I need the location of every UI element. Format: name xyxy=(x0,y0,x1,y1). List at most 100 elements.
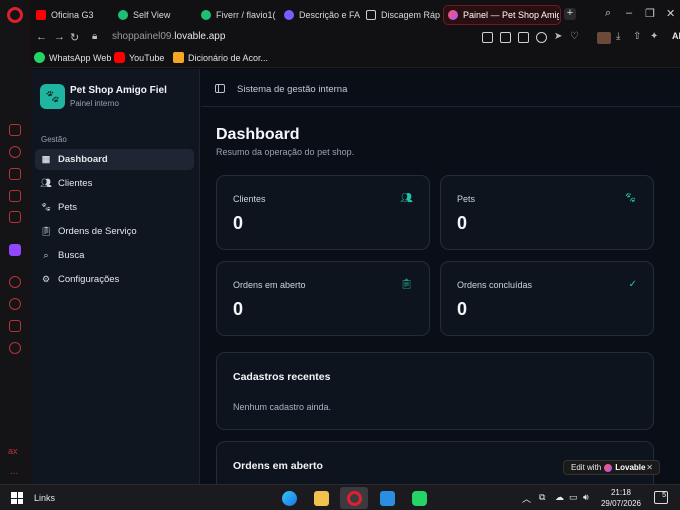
bookmark-whatsapp[interactable]: WhatsApp Web xyxy=(34,52,111,63)
address-bar-row: ← → ↻ 🔒︎ shoppainel09.lovable.app ➤ ♡ ⤓ … xyxy=(30,28,680,48)
forward-icon[interactable]: → xyxy=(54,31,65,43)
heart-icon[interactable]: ♡ xyxy=(570,31,579,42)
youtube-icon xyxy=(114,52,125,63)
stat-label: Clientes xyxy=(233,194,266,204)
sidebar-toggle-icon[interactable] xyxy=(215,84,225,93)
tab-painel-active[interactable]: Painel — Pet Shop Amigo xyxy=(443,5,561,25)
bookmark-label: YouTube xyxy=(129,52,165,63)
store-icon[interactable] xyxy=(9,168,21,180)
taskbar-whatsapp[interactable] xyxy=(405,487,433,509)
aria-icon[interactable] xyxy=(9,146,21,158)
sidebar-item-clientes[interactable]: 👥︎ Clientes xyxy=(35,173,194,194)
sidebar-item-configuracoes[interactable]: ⚙︎ Configurações xyxy=(35,269,194,290)
sidebar-item-label: Pets xyxy=(58,202,78,213)
tab-oficina[interactable]: Oficina G3 xyxy=(32,5,108,25)
rail-ax-label[interactable]: ax xyxy=(8,446,18,456)
back-icon[interactable]: ← xyxy=(36,31,47,43)
close-badge-icon[interactable]: ✕ xyxy=(646,463,653,472)
notification-badge[interactable]: 5 xyxy=(654,491,668,504)
wallet-icon[interactable] xyxy=(9,124,21,136)
tray-device-icon[interactable]: ⧉ xyxy=(539,492,545,503)
sidebar-item-busca[interactable]: ⌕ Busca xyxy=(35,245,194,266)
pin-icon[interactable] xyxy=(482,32,493,43)
gear-icon: ⚙︎ xyxy=(41,274,51,284)
tab-fiverr[interactable]: Fiverr / flavio1( xyxy=(197,5,277,25)
tray-speaker-icon[interactable]: 🔊︎ xyxy=(583,492,589,503)
extensions-icon[interactable] xyxy=(9,320,21,332)
download-icon[interactable]: ⤓ xyxy=(616,31,620,42)
taskbar-explorer[interactable] xyxy=(307,487,335,509)
url-field[interactable]: shoppainel09.lovable.app xyxy=(112,31,225,42)
lock-icon[interactable]: 🔒︎ xyxy=(92,31,97,42)
check-circle-icon: ✓ xyxy=(628,279,637,290)
speed-dial-icon xyxy=(366,10,376,20)
bookmark-youtube[interactable]: YouTube xyxy=(114,52,164,63)
lovable-icon xyxy=(448,10,458,20)
stat-card-ordens-concluidas: Ordens concluídas ✓ 0 xyxy=(440,261,654,336)
reload-icon[interactable]: ↻ xyxy=(70,31,79,44)
twitch-icon[interactable] xyxy=(9,244,21,256)
edit-with-lovable-badge[interactable]: Edit with Lovable ✕ xyxy=(563,460,660,475)
topbar-title: Sistema de gestão interna xyxy=(237,84,348,95)
rail-more-icon[interactable]: ... xyxy=(10,466,18,477)
sidebar-item-label: Dashboard xyxy=(58,154,108,165)
tab-label: Discagem Ráp xyxy=(381,10,440,20)
youtube-icon xyxy=(36,10,46,20)
tray-monitor-icon[interactable]: ▭ xyxy=(569,492,578,503)
url-domain: lovable.app xyxy=(174,31,226,42)
tray-cloud-icon[interactable]: ☁ xyxy=(555,492,564,503)
stat-label: Ordens em aberto xyxy=(233,280,306,290)
history-icon[interactable] xyxy=(9,298,21,310)
taskbar-vscode[interactable] xyxy=(373,487,401,509)
restore-icon[interactable]: ❐ xyxy=(645,7,655,20)
minimize-icon[interactable]: – xyxy=(626,7,632,19)
card-title: Cadastros recentes xyxy=(233,371,331,383)
close-window-icon[interactable]: ✕ xyxy=(666,7,675,20)
links-toolbar[interactable]: Links xyxy=(34,493,55,503)
tab-descricao[interactable]: Descrição e FA( xyxy=(280,5,360,25)
opera-logo-icon[interactable] xyxy=(7,7,23,23)
taskbar-edge[interactable] xyxy=(275,487,303,509)
opera-icon xyxy=(346,490,362,506)
instagram-icon[interactable] xyxy=(9,211,21,223)
share-icon[interactable]: ⇧ xyxy=(633,31,641,42)
page-subtitle: Resumo da operação do pet shop. xyxy=(216,147,355,157)
sidebar-item-pets[interactable]: 🐾︎ Pets xyxy=(35,197,194,218)
new-tab-button[interactable]: + xyxy=(564,8,576,20)
bookmark-label: WhatsApp Web xyxy=(49,52,112,63)
recent-registrations-card: Cadastros recentes Nenhum cadastro ainda… xyxy=(216,352,654,430)
send-icon[interactable]: ➤ xyxy=(554,31,562,42)
tray-chevron-icon[interactable]: ︿ xyxy=(522,492,531,505)
ai-button[interactable]: AI xyxy=(672,31,680,41)
settings-icon[interactable] xyxy=(9,342,21,354)
bookmark-dicionario[interactable]: Dicionário de Acor... xyxy=(173,52,268,63)
stat-value: 0 xyxy=(233,299,244,319)
player-icon[interactable] xyxy=(9,276,21,288)
messenger-icon[interactable] xyxy=(9,190,21,202)
site-icon xyxy=(284,10,294,20)
search-tabs-icon[interactable]: ⌕ xyxy=(605,7,611,20)
snapshot-icon[interactable] xyxy=(500,32,511,43)
vscode-icon xyxy=(379,490,395,506)
translate-icon[interactable] xyxy=(536,32,547,43)
tab-discagem[interactable]: Discagem Ráp xyxy=(362,5,440,25)
tab-label: Self View xyxy=(133,10,171,20)
taskbar-clock[interactable]: 21:18 29/07/2026 xyxy=(600,487,642,509)
tab-self-view[interactable]: Self View xyxy=(114,5,194,25)
sidebar-item-dashboard[interactable]: ▦ Dashboard xyxy=(35,149,194,170)
app-topbar: Sistema de gestão interna xyxy=(201,69,680,107)
paw-icon: 🐾︎ xyxy=(40,202,52,212)
sidebar-item-ordens[interactable]: 📋︎ Ordens de Serviço xyxy=(35,221,194,242)
edge-icon xyxy=(281,490,297,506)
profile-avatar[interactable] xyxy=(597,32,611,44)
badge-prefix: Edit with xyxy=(571,463,602,472)
taskbar-opera[interactable] xyxy=(340,487,368,509)
tab-label: Descrição e FA( xyxy=(299,10,360,20)
paw-icon: 🐾︎ xyxy=(40,84,65,109)
windows-start-icon[interactable] xyxy=(11,492,23,504)
paw-icon: 🐾︎ xyxy=(624,193,637,204)
browser-sidebar-rail: ax ... xyxy=(0,0,30,484)
magic-icon[interactable]: ✦ xyxy=(650,31,658,42)
sidebar-item-label: Ordens de Serviço xyxy=(58,226,137,237)
crop-icon[interactable] xyxy=(518,32,529,43)
